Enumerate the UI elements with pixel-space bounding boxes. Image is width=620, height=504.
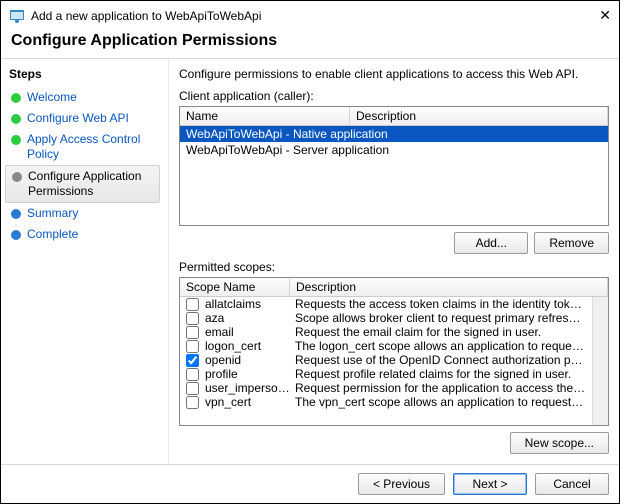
scope-row[interactable]: vpn_certThe vpn_cert scope allows an app… (180, 395, 592, 409)
scope-checkbox[interactable] (186, 326, 199, 339)
scope-row[interactable]: profileRequest profile related claims fo… (180, 367, 592, 381)
scope-description: Request profile related claims for the s… (295, 367, 586, 381)
steps-sidebar: Steps Welcome Configure Web API Apply Acce… (1, 59, 169, 464)
previous-button[interactable]: < Previous (358, 473, 445, 495)
scope-name: user_imperso… (205, 381, 295, 395)
wizard-footer: < Previous Next > Cancel (1, 464, 619, 503)
scope-checkbox[interactable] (186, 312, 199, 325)
close-button[interactable]: ✕ (587, 7, 611, 24)
scope-checkbox[interactable] (186, 396, 199, 409)
client-application-list[interactable]: Name Description WebApiToWebApi - Native… (179, 106, 609, 226)
scope-row[interactable]: openidRequest use of the OpenID Connect … (180, 353, 592, 367)
scope-name: logon_cert (205, 339, 295, 353)
scope-description: Request the email claim for the signed i… (295, 325, 586, 339)
step-label: Configure Web API (27, 111, 129, 126)
col-name[interactable]: Name (180, 107, 350, 125)
client-row[interactable]: WebApiToWebApi - Native application (180, 126, 608, 142)
app-icon (9, 8, 25, 24)
step-bullet-icon (11, 230, 21, 240)
step-configure-web-api[interactable]: Configure Web API (5, 108, 160, 129)
col-scope-name[interactable]: Scope Name (180, 278, 290, 296)
scope-name: allatclaims (205, 297, 295, 311)
step-summary[interactable]: Summary (5, 203, 160, 224)
step-label: Configure Application Permissions (28, 169, 155, 199)
new-scope-button[interactable]: New scope... (510, 432, 609, 454)
next-button[interactable]: Next > (453, 473, 527, 495)
scope-description: Scope allows broker client to request pr… (295, 311, 586, 325)
scope-name: aza (205, 311, 295, 325)
col-scope-description[interactable]: Description (290, 278, 608, 296)
col-description[interactable]: Description (350, 107, 608, 125)
scope-description: Requests the access token claims in the … (295, 297, 586, 311)
step-bullet-icon (11, 135, 21, 145)
steps-heading: Steps (9, 67, 162, 81)
step-bullet-icon (11, 114, 21, 124)
scope-name: vpn_cert (205, 395, 295, 409)
page-header: Configure Application Permissions (1, 28, 619, 59)
main-panel: Configure permissions to enable client a… (169, 59, 619, 464)
scope-checkbox[interactable] (186, 382, 199, 395)
step-bullet-icon (11, 93, 21, 103)
scope-name: email (205, 325, 295, 339)
scopes-label: Permitted scopes: (179, 260, 609, 274)
step-label: Apply Access Control Policy (27, 132, 156, 162)
scope-row[interactable]: logon_certThe logon_cert scope allows an… (180, 339, 592, 353)
scope-description: The logon_cert scope allows an applicati… (295, 339, 586, 353)
client-row[interactable]: WebApiToWebApi - Server application (180, 142, 608, 158)
step-label: Complete (27, 227, 78, 242)
scope-columns: Scope Name Description (180, 278, 608, 297)
cancel-button[interactable]: Cancel (535, 473, 609, 495)
permitted-scopes-list[interactable]: Scope Name Description allatclaimsReques… (179, 277, 609, 426)
scope-name: profile (205, 367, 295, 381)
scope-row[interactable]: user_imperso…Request permission for the … (180, 381, 592, 395)
client-columns: Name Description (180, 107, 608, 126)
scope-checkbox[interactable] (186, 298, 199, 311)
remove-button[interactable]: Remove (534, 232, 609, 254)
step-welcome[interactable]: Welcome (5, 87, 160, 108)
scope-row[interactable]: azaScope allows broker client to request… (180, 311, 592, 325)
step-label: Summary (27, 206, 78, 221)
scope-checkbox[interactable] (186, 340, 199, 353)
step-bullet-icon (12, 172, 22, 182)
scope-row[interactable]: allatclaimsRequests the access token cla… (180, 297, 592, 311)
scope-row[interactable]: emailRequest the email claim for the sig… (180, 325, 592, 339)
step-bullet-icon (11, 209, 21, 219)
step-label: Welcome (27, 90, 77, 105)
scopes-scrollbar[interactable] (592, 297, 608, 425)
instruction-text: Configure permissions to enable client a… (179, 67, 609, 81)
scope-description: Request permission for the application t… (295, 381, 586, 395)
scope-checkbox[interactable] (186, 354, 199, 367)
window-title: Add a new application to WebApiToWebApi (31, 9, 587, 23)
scope-checkbox[interactable] (186, 368, 199, 381)
step-configure-application-permissions[interactable]: Configure Application Permissions (5, 165, 160, 203)
scope-description: Request use of the OpenID Connect author… (295, 353, 586, 367)
title-bar: Add a new application to WebApiToWebApi … (1, 1, 619, 28)
clients-label: Client application (caller): (179, 89, 609, 103)
add-button[interactable]: Add... (454, 232, 528, 254)
scope-name: openid (205, 353, 295, 367)
scope-description: The vpn_cert scope allows an application… (295, 395, 586, 409)
step-complete[interactable]: Complete (5, 224, 160, 245)
step-apply-access-control-policy[interactable]: Apply Access Control Policy (5, 129, 160, 165)
